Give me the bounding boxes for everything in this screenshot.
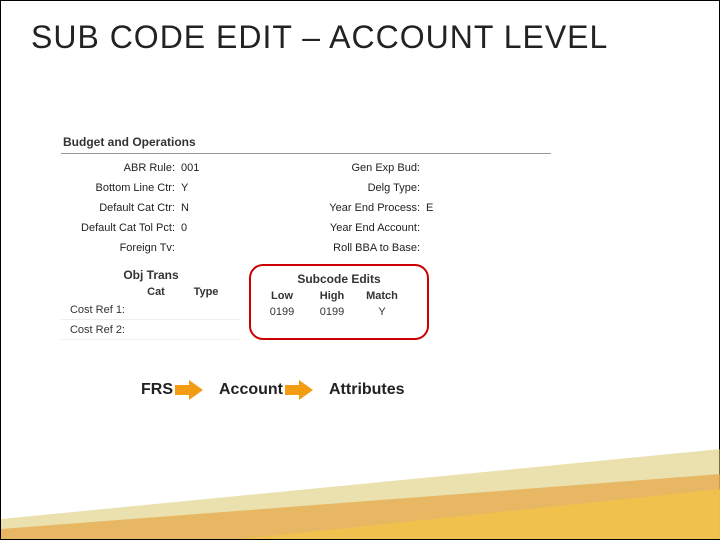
field-label: ABR Rule:	[61, 162, 181, 174]
field-label: Default Cat Tol Pct:	[61, 222, 181, 234]
col-header-type: Type	[181, 284, 231, 300]
field-label: Delg Type:	[306, 182, 426, 194]
left-column: ABR Rule:001 Bottom Line Ctr:Y Default C…	[61, 158, 306, 258]
field-label: Gen Exp Bud:	[306, 162, 426, 174]
field-label: Year End Process:	[306, 202, 426, 214]
subcode-match-value: Y	[357, 306, 407, 318]
section-header: Budget and Operations	[61, 131, 551, 154]
col-header-low: Low	[257, 288, 307, 304]
field-label: Bottom Line Ctr:	[61, 182, 181, 194]
cost-ref-2-label: Cost Ref 2:	[61, 324, 131, 336]
field-value: Y	[181, 182, 211, 194]
col-header-high: High	[307, 288, 357, 304]
field-label: Roll BBA to Base:	[306, 242, 426, 254]
field-value: N	[181, 202, 211, 214]
subcode-high-value: 0199	[307, 306, 357, 318]
obj-trans-title: Obj Trans	[61, 264, 241, 284]
right-column: Gen Exp Bud: Delg Type: Year End Process…	[306, 158, 551, 258]
subcode-edits-title: Subcode Edits	[257, 268, 421, 288]
decorative-wedge	[1, 449, 720, 539]
field-label: Default Cat Ctr:	[61, 202, 181, 214]
field-value: E	[426, 202, 456, 214]
field-value: 0	[181, 222, 211, 234]
breadcrumb-item: FRS	[141, 381, 173, 399]
page-title: SUB CODE EDIT – ACCOUNT LEVEL	[31, 19, 608, 56]
field-label: Year End Account:	[306, 222, 426, 234]
breadcrumb: FRS Account Attributes	[141, 381, 405, 399]
budget-ops-panel: Budget and Operations ABR Rule:001 Botto…	[61, 131, 551, 340]
obj-trans-group: Obj Trans Cat Type Cost Ref 1: Cost Ref …	[61, 264, 241, 340]
subcode-low-value: 0199	[257, 306, 307, 318]
field-label: Foreign Tv:	[61, 242, 181, 254]
col-header-match: Match	[357, 288, 407, 304]
cost-ref-1-label: Cost Ref 1:	[61, 304, 131, 316]
subcode-edits-group: Subcode Edits Low High Match 0199 0199 Y	[249, 264, 429, 340]
col-header-cat: Cat	[131, 284, 181, 300]
breadcrumb-item: Account	[219, 381, 283, 399]
breadcrumb-item: Attributes	[329, 381, 405, 399]
field-value: 001	[181, 162, 211, 174]
